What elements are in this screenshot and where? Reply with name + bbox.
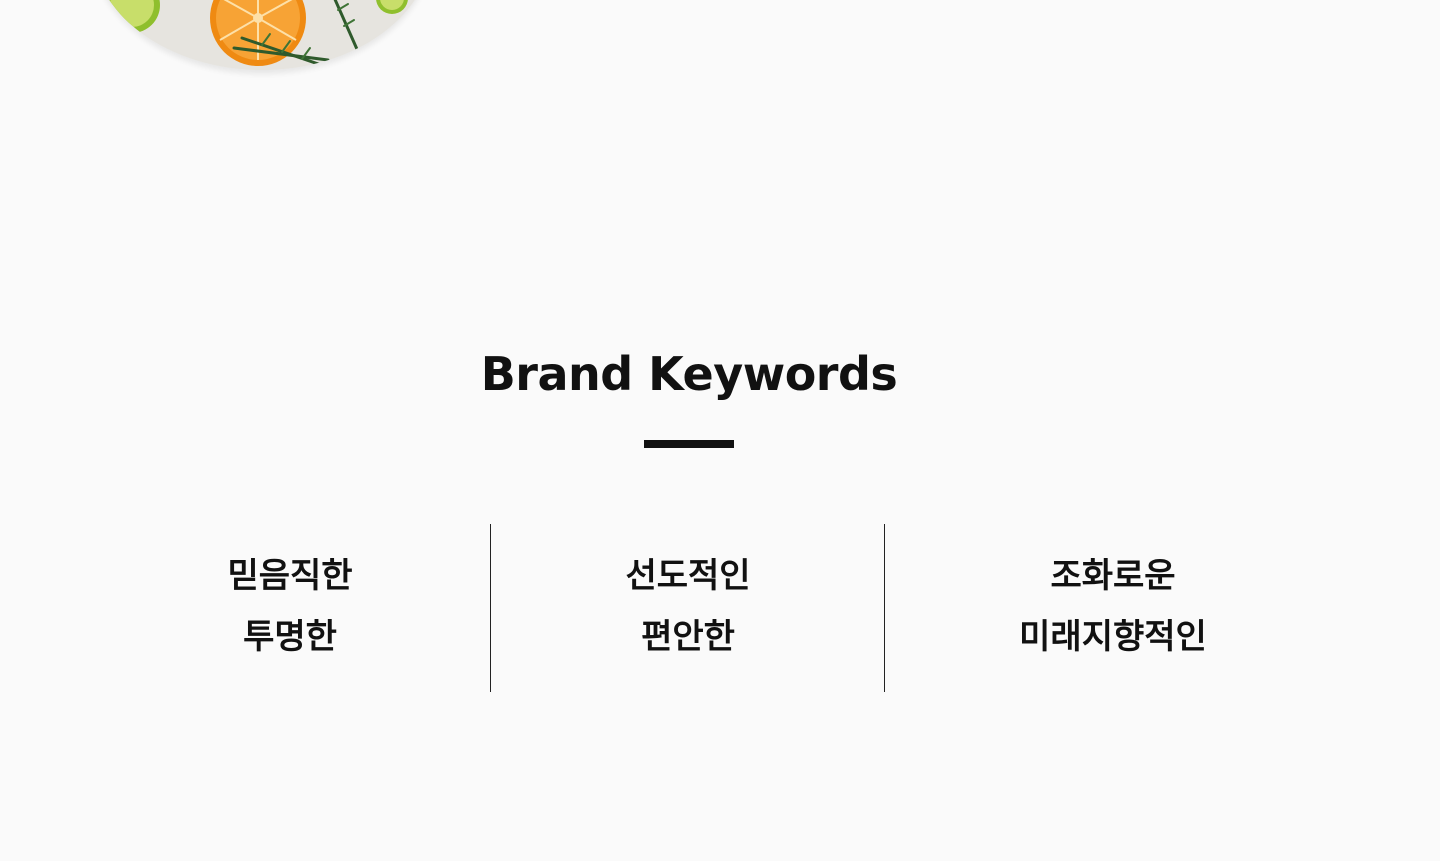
keyword-1-line-1: 믿음직한 [227, 556, 353, 596]
keyword-column-2: 선도적인 편안한 [588, 546, 788, 668]
title-underline [644, 440, 734, 448]
citrus-photo-icon [92, 0, 432, 70]
keyword-3-line-1: 조화로운 [1050, 556, 1176, 596]
column-divider [884, 524, 885, 692]
keyword-1-line-2: 투명한 [243, 617, 337, 657]
keyword-column-3: 조화로운 미래지향적인 [983, 546, 1243, 668]
keyword-column-1: 믿음직한 투명한 [190, 546, 390, 668]
column-divider [490, 524, 491, 692]
section-title: Brand Keywords [480, 347, 898, 401]
keyword-3-line-2: 미래지향적인 [1019, 617, 1207, 657]
keyword-2-line-2: 편안한 [641, 617, 735, 657]
keyword-2-line-1: 선도적인 [625, 556, 751, 596]
